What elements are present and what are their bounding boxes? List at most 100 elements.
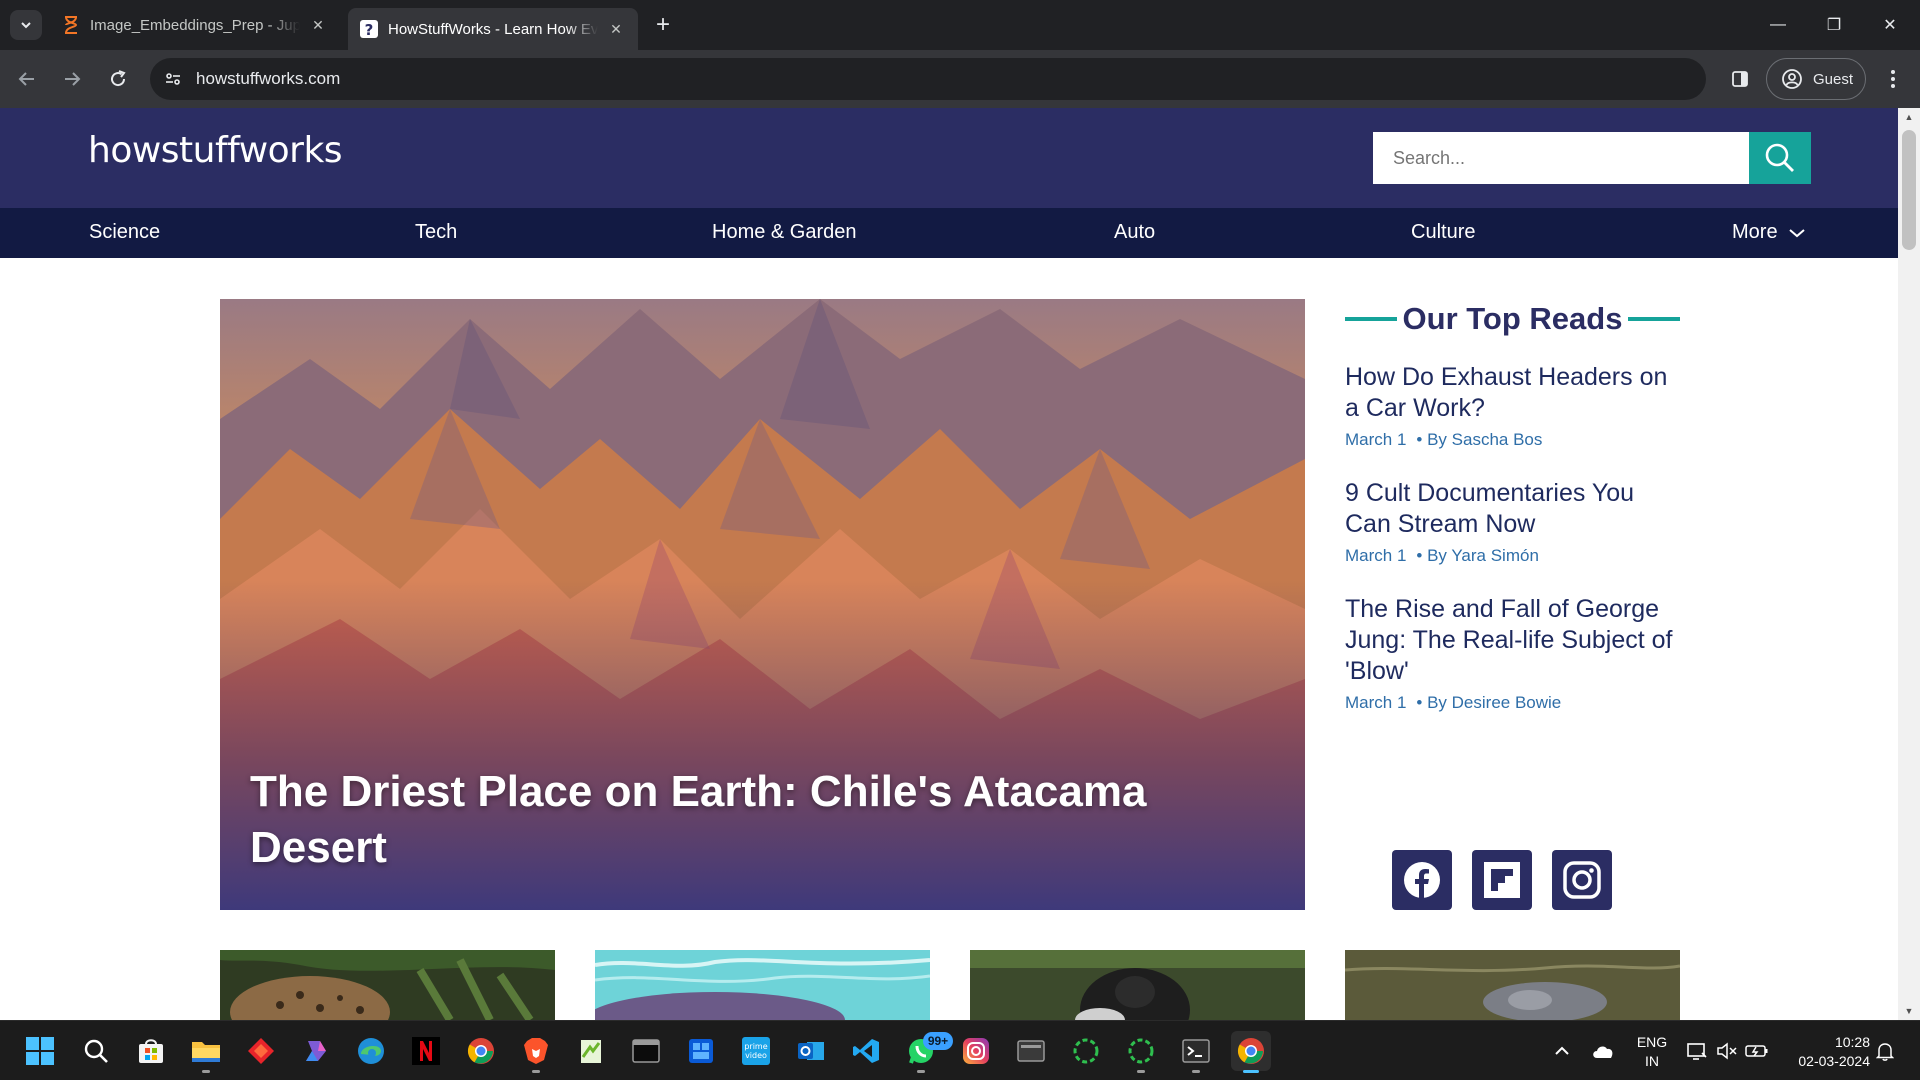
site-logo[interactable]: howstuffworks [88,130,343,171]
windows-app-icon[interactable] [681,1031,721,1071]
whatsapp-icon[interactable]: 99+ [901,1031,953,1073]
nav-culture[interactable]: Culture [1411,221,1475,244]
top-read-item[interactable]: The Rise and Fall of George Jung: The Re… [1345,594,1680,713]
facebook-icon [1404,862,1440,898]
nav-home-garden[interactable]: Home & Garden [712,221,857,244]
close-window-button[interactable]: ✕ [1862,0,1918,50]
notifications-icon[interactable] [1872,1021,1898,1080]
forward-button[interactable] [57,64,87,94]
start-button[interactable] [20,1031,60,1071]
clock-date: 02-03-2024 [1798,1053,1870,1069]
windows-taskbar: prime video 99+ ENG IN 10:28 02-03-2024 [0,1020,1920,1080]
vscode-icon[interactable] [846,1031,886,1071]
top-reads-section: Our Top Reads How Do Exhaust Headers on … [1345,299,1680,713]
tab-title: Image_Embeddings_Prep - Jupyter [90,16,300,34]
kebab-menu-icon [1891,70,1895,88]
dolphin-photo [1345,950,1680,1020]
flipboard-icon [1484,862,1520,898]
scroll-up-icon[interactable]: ▲ [1898,108,1920,126]
hero-article[interactable]: The Driest Place on Earth: Chile's Ataca… [220,299,1305,910]
nav-tech[interactable]: Tech [415,221,457,244]
url-text: howstuffworks.com [196,69,341,88]
top-read-item[interactable]: How Do Exhaust Headers on a Car Work? Ma… [1345,362,1680,450]
back-button[interactable] [12,64,42,94]
language-indicator[interactable]: ENG IN [1632,1033,1672,1071]
top-read-author[interactable]: • By Sascha Bos [1416,430,1542,449]
scrollbar-thumb[interactable] [1902,130,1916,250]
tab-search-button[interactable] [10,10,42,40]
top-read-meta: March 1 • By Sascha Bos [1345,430,1680,450]
show-hidden-icons-button[interactable] [1548,1021,1576,1080]
article-card[interactable] [595,950,930,1020]
edge-icon[interactable] [351,1031,391,1071]
notepad-plus-icon[interactable] [571,1031,611,1071]
loading-app-icon[interactable] [1066,1031,1106,1071]
site-info-icon[interactable] [162,68,184,90]
howstuffworks-favicon: ? [360,20,378,38]
hero-title[interactable]: The Driest Place on Earth: Chile's Ataca… [250,764,1250,876]
side-panel-button[interactable] [1725,64,1755,94]
leopard-photo [220,950,555,1020]
article-card[interactable] [1345,950,1680,1020]
taskbar-search-button[interactable] [76,1031,116,1071]
red-app-icon[interactable] [241,1031,281,1071]
file-explorer-icon[interactable] [186,1031,226,1073]
page-scrollbar[interactable]: ▲ ▼ [1898,108,1920,1020]
onedrive-icon[interactable] [1588,1021,1618,1080]
top-read-title[interactable]: 9 Cult Documentaries You Can Stream Now [1345,478,1680,540]
tab-howstuffworks[interactable]: ? HowStuffWorks - Learn How Everything W… [348,8,638,50]
battery-icon[interactable] [1744,1021,1770,1080]
facebook-button[interactable] [1392,850,1452,910]
top-read-meta: March 1 • By Yara Simón [1345,546,1680,566]
netflix-icon[interactable] [406,1031,446,1071]
top-read-author[interactable]: • By Desiree Bowie [1416,693,1561,712]
close-tab-icon[interactable]: ✕ [308,15,328,35]
minimize-button[interactable]: — [1750,0,1806,50]
running-indicator [202,1070,210,1073]
address-bar[interactable]: howstuffworks.com [150,58,1706,100]
top-read-title[interactable]: The Rise and Fall of George Jung: The Re… [1345,594,1680,687]
top-read-title[interactable]: How Do Exhaust Headers on a Car Work? [1345,362,1680,424]
site-search-input[interactable] [1373,132,1749,184]
instagram-button[interactable] [1552,850,1612,910]
browser-tab-bar: Image_Embeddings_Prep - Jupyter ✕ ? HowS… [0,0,1920,50]
brave-icon[interactable] [516,1031,556,1073]
profile-button[interactable]: Guest [1766,58,1866,100]
nav-auto[interactable]: Auto [1114,221,1155,244]
loading-app-icon[interactable] [1121,1031,1161,1073]
flipboard-button[interactable] [1472,850,1532,910]
top-read-item[interactable]: 9 Cult Documentaries You Can Stream Now … [1345,478,1680,566]
top-read-date: March 1 [1345,430,1407,449]
browser-menu-button[interactable] [1878,64,1908,94]
tab-jupyter[interactable]: Image_Embeddings_Prep - Jupyter ✕ [50,8,340,42]
volume-muted-icon[interactable] [1714,1021,1740,1080]
network-icon[interactable] [1684,1021,1710,1080]
scroll-down-icon[interactable]: ▼ [1898,1002,1920,1020]
arrow-right-icon [65,72,81,86]
reload-button[interactable] [103,64,133,94]
notification-badge: 99+ [923,1032,953,1050]
new-tab-button[interactable]: + [650,11,676,38]
restore-button[interactable]: ❐ [1806,0,1862,50]
command-prompt-icon[interactable] [1176,1031,1216,1073]
prime-video-icon[interactable]: prime video [736,1031,776,1071]
terminal-window-icon[interactable] [626,1031,666,1071]
close-tab-icon[interactable]: ✕ [606,19,626,39]
nav-science[interactable]: Science [89,221,160,244]
search-submit-button[interactable] [1749,132,1811,184]
copilot-icon[interactable] [296,1031,336,1071]
instagram-icon [1563,861,1601,899]
nav-more[interactable]: More [1732,221,1806,244]
virtualbox-icon[interactable] [1011,1031,1051,1071]
chrome-icon[interactable] [461,1031,501,1071]
article-card[interactable] [970,950,1305,1020]
top-read-author[interactable]: • By Yara Simón [1416,546,1539,565]
system-clock[interactable]: 10:28 02-03-2024 [1780,1033,1870,1071]
article-card[interactable] [220,950,555,1020]
chrome-active-icon[interactable] [1231,1031,1271,1073]
svg-text:prime: prime [744,1042,767,1051]
site-nav: Science Tech Home & Garden Auto Culture … [0,208,1898,258]
microsoft-store-icon[interactable] [131,1031,171,1071]
outlook-icon[interactable] [791,1031,831,1071]
instagram-app-icon[interactable] [956,1031,996,1071]
